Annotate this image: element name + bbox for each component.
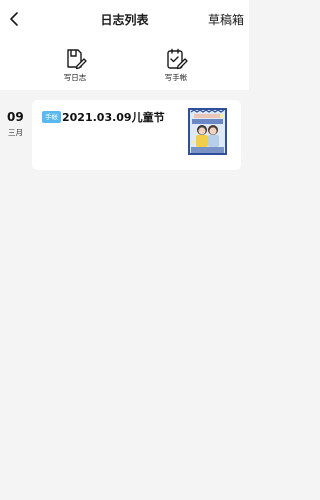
top-navbar: 日志列表 草稿箱 (0, 0, 249, 38)
drafts-button[interactable]: 草稿箱 (208, 11, 244, 28)
write-handbook-icon (167, 48, 188, 70)
entry-type-badge: 手帐 (42, 111, 61, 123)
journal-entry-card[interactable]: 手帐 2021.03.09儿童节 (32, 100, 241, 170)
write-log-icon (67, 49, 87, 70)
entry-date-month: 三月 (8, 128, 23, 137)
action-bar: 写日志 写手帐 (0, 38, 249, 90)
write-handbook-label: 写手帐 (164, 73, 188, 82)
entry-title: 2021.03.09儿童节 (62, 111, 165, 124)
write-handbook-button[interactable]: 写手帐 (151, 48, 201, 83)
write-log-label: 写日志 (63, 73, 87, 82)
entry-date-day: 09 (7, 110, 24, 124)
handbook-thumbnail-image (188, 108, 227, 155)
write-log-button[interactable]: 写日志 (50, 48, 100, 83)
